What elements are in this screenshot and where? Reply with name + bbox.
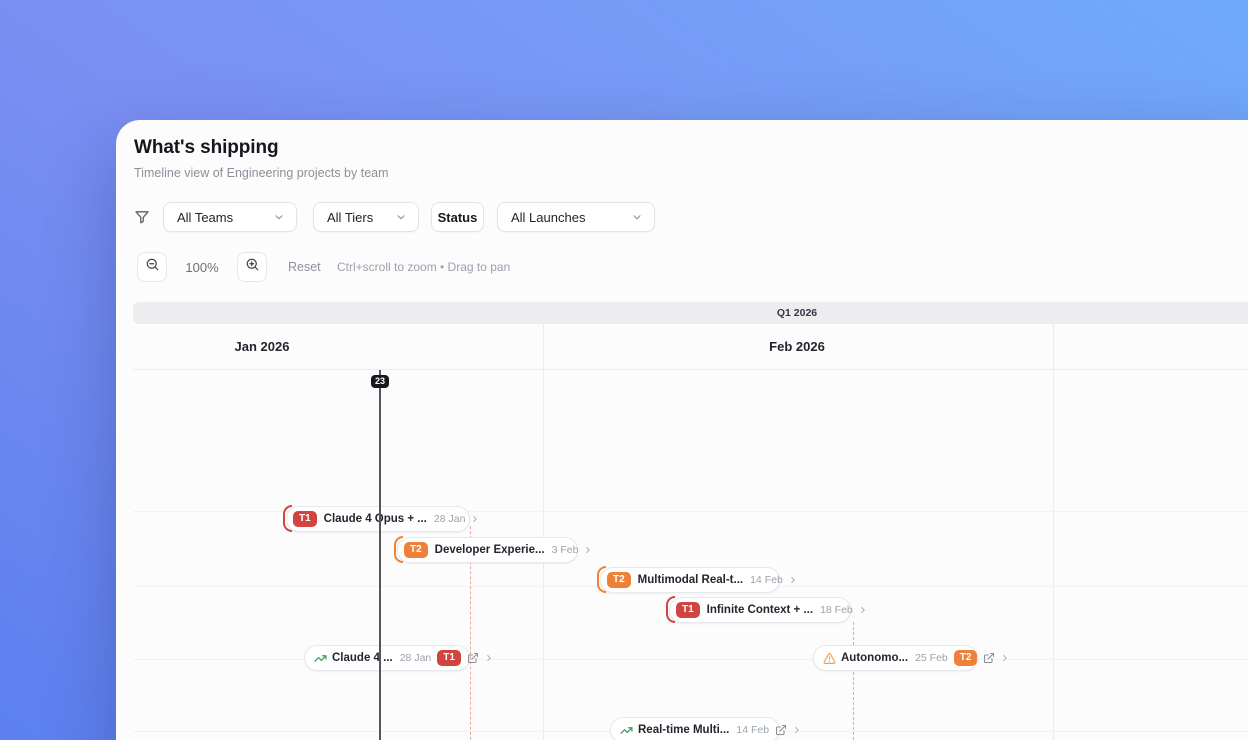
month-label-feb: Feb 2026: [769, 339, 825, 354]
row-separator: [133, 659, 1248, 660]
project-bar[interactable]: T2 Developer Experie... 3 Feb: [394, 536, 591, 563]
launch-pill[interactable]: Real-time Multi... 14 Feb: [610, 717, 799, 740]
launch-pill[interactable]: Autonomo... 25 Feb T2: [813, 645, 1008, 671]
project-ship-date: 28 Jan: [433, 513, 466, 525]
project-name: Infinite Context + ...: [706, 604, 814, 616]
month-gridline-mar: [1053, 324, 1054, 740]
launches-filter-select[interactable]: All Launches: [497, 202, 655, 232]
tier-badge: T1: [437, 650, 461, 666]
project-bar[interactable]: T1 Claude 4 Opus + ... 28 Jan: [283, 505, 478, 532]
zoom-out-icon: [145, 257, 160, 277]
trending-up-icon: [620, 724, 633, 737]
tier-badge: T1: [293, 511, 317, 527]
project-name: Claude 4 Opus + ...: [323, 513, 427, 525]
external-link-icon[interactable]: [467, 652, 479, 664]
project-name: Developer Experie...: [434, 544, 545, 556]
launch-date: 28 Jan: [399, 652, 432, 664]
launch-date: 14 Feb: [736, 724, 770, 736]
chevron-right-icon: [583, 545, 593, 555]
project-ship-date: 3 Feb: [551, 544, 579, 556]
quarter-label: Q1 2026: [776, 307, 818, 319]
timeline-canvas[interactable]: 23 T1 Claude 4 Opus + ... 28 Jan T2 Develope…: [116, 324, 1248, 740]
month-gridline-feb: [543, 324, 544, 740]
chevron-right-icon: [484, 653, 494, 663]
page-title: What's shipping: [134, 137, 279, 158]
page-subtitle: Timeline view of Engineering projects by…: [134, 166, 389, 180]
page-background: What's shipping Timeline view of Enginee…: [0, 0, 1248, 740]
tier-badge: T1: [676, 602, 700, 618]
tier-bracket: [597, 566, 606, 593]
reset-zoom-button[interactable]: Reset: [288, 252, 321, 282]
tier-badge: T2: [607, 572, 631, 588]
chevron-down-icon: [395, 211, 407, 223]
month-label-jan: Jan 2026: [234, 339, 290, 354]
teams-filter-select[interactable]: All Teams: [163, 202, 297, 232]
launch-name: Autonomo...: [841, 652, 909, 664]
tier-badge: T2: [404, 542, 428, 558]
project-name: Multimodal Real-t...: [637, 574, 744, 586]
zoom-in-icon: [245, 257, 260, 277]
today-date-badge: 23: [371, 375, 390, 388]
launch-name: Real-time Multi...: [638, 724, 730, 736]
project-bar[interactable]: T1 Infinite Context + ... 18 Feb: [666, 596, 865, 623]
trending-up-icon: [314, 652, 327, 665]
status-filter-button[interactable]: Status: [431, 202, 484, 232]
zoom-hint-text: Ctrl+scroll to zoom • Drag to pan: [337, 260, 511, 274]
chevron-down-icon: [631, 211, 643, 223]
chevron-right-icon: [788, 575, 798, 585]
quarter-header: Q1 2026: [133, 302, 1248, 324]
project-bar[interactable]: T2 Multimodal Real-t... 14 Feb: [597, 566, 795, 593]
today-marker-line: 23: [371, 370, 390, 740]
project-ship-date: 18 Feb: [820, 604, 853, 616]
external-link-icon[interactable]: [775, 724, 787, 736]
teams-filter-value: All Teams: [177, 209, 234, 225]
launch-pill[interactable]: Claude 4 ... 28 Jan T1: [304, 645, 491, 671]
chevron-right-icon: [470, 514, 480, 524]
tiers-filter-select[interactable]: All Tiers: [313, 202, 419, 232]
external-link-icon[interactable]: [983, 652, 995, 664]
tier-bracket: [283, 505, 292, 532]
alert-triangle-icon: [823, 652, 836, 665]
zoom-out-button[interactable]: [137, 252, 167, 282]
whats-shipping-panel: What's shipping Timeline view of Enginee…: [116, 120, 1248, 740]
launch-date: 25 Feb: [915, 652, 948, 664]
status-filter-label: Status: [437, 209, 478, 225]
chevron-down-icon: [273, 211, 285, 223]
tier-badge: T2: [953, 650, 978, 666]
tiers-filter-value: All Tiers: [327, 209, 374, 225]
month-header: Jan 2026 Feb 2026: [133, 324, 1248, 370]
launches-filter-value: All Launches: [511, 209, 586, 225]
filter-funnel-icon: [134, 209, 150, 230]
zoom-toolbar: 100% Reset Ctrl+scroll to zoom • Drag to…: [116, 252, 1248, 282]
launch-name: Claude 4 ...: [332, 652, 393, 664]
tier-bracket: [666, 596, 675, 623]
project-ship-date: 14 Feb: [750, 574, 783, 586]
zoom-level-readout: 100%: [185, 259, 219, 275]
ship-date-dashed-line: [853, 622, 854, 740]
chevron-right-icon: [792, 725, 802, 735]
filter-bar: All Teams All Tiers Status All Launches: [116, 202, 1248, 232]
chevron-right-icon: [1000, 653, 1010, 663]
tier-bracket: [394, 536, 403, 563]
zoom-in-button[interactable]: [237, 252, 267, 282]
chevron-right-icon: [858, 605, 868, 615]
